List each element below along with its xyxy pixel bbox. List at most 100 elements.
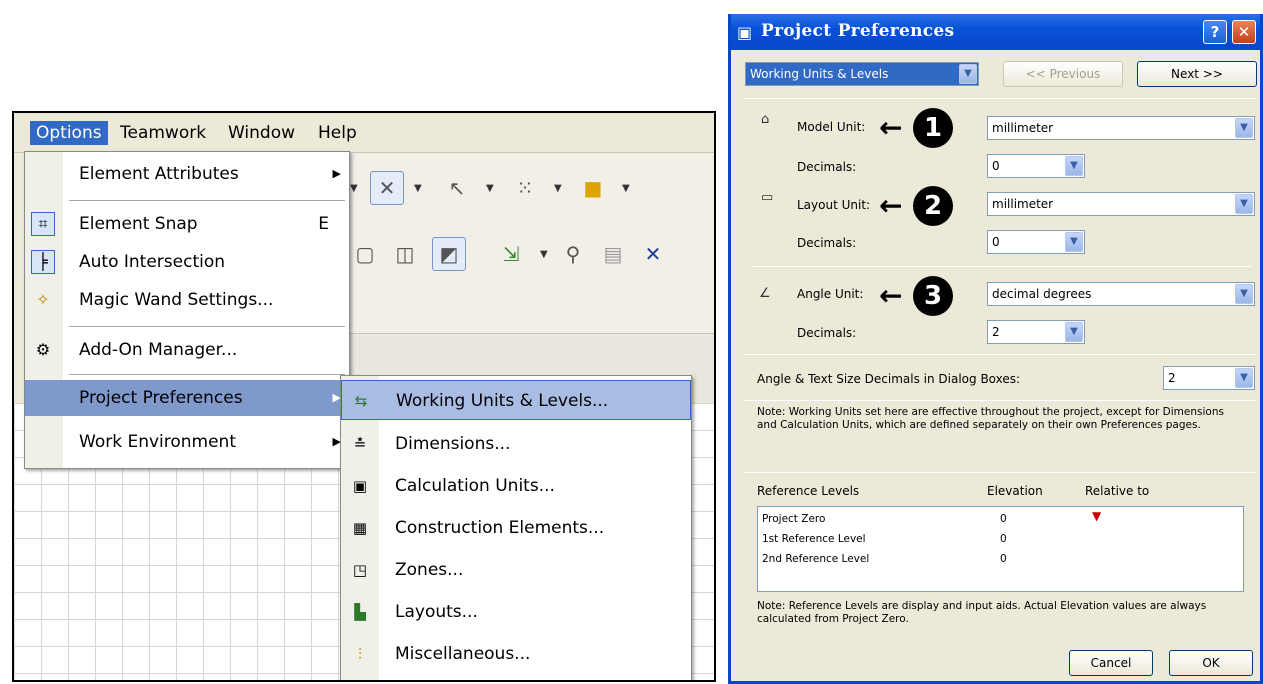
project-zero-marker-icon[interactable]: ▼ bbox=[1092, 509, 1101, 523]
chevron-down-icon: ▼ bbox=[1235, 118, 1253, 138]
cube-view-icon[interactable]: ▢ bbox=[348, 237, 382, 271]
chevron-down-icon[interactable]: ▼ bbox=[486, 183, 494, 194]
arrow-left-icon: ← bbox=[879, 279, 903, 312]
model-decimals-select[interactable]: 0 ▼ bbox=[987, 154, 1085, 178]
zones-icon: ◳ bbox=[352, 561, 368, 579]
document-tool-icon[interactable]: ▤ bbox=[596, 237, 630, 271]
menu-item-element-attributes[interactable]: Element Attributes ▶ bbox=[25, 156, 349, 192]
chevron-down-icon[interactable]: ▼ bbox=[554, 183, 562, 194]
angle-text-decimals-label: Angle & Text Size Decimals in Dialog Box… bbox=[757, 372, 1021, 386]
cube-view-icon[interactable]: ◫ bbox=[388, 237, 422, 271]
element-snap-icon: ⌗ bbox=[31, 212, 55, 236]
layout-unit-icon: ▭ bbox=[761, 190, 774, 205]
ref-row-name[interactable]: Project Zero bbox=[762, 513, 825, 525]
menu-bar: Options Teamwork Window Help bbox=[14, 113, 714, 153]
close-tool-icon[interactable]: ✕ bbox=[636, 237, 670, 271]
layer-tool-icon[interactable]: ■ bbox=[576, 171, 610, 205]
model-unit-icon: ⌂ bbox=[761, 112, 770, 127]
grid-tool-icon[interactable]: ⁙ bbox=[508, 171, 542, 205]
dialog-title: Project Preferences bbox=[761, 21, 955, 41]
reference-levels-header: Reference Levels bbox=[757, 484, 860, 498]
submenu-item-dimensions[interactable]: ≛ Dimensions... bbox=[341, 424, 691, 464]
magic-wand-icon: ✧ bbox=[36, 290, 50, 309]
close-button[interactable]: ✕ bbox=[1232, 20, 1256, 44]
submenu-item-construction-elements[interactable]: ▦ Construction Elements... bbox=[341, 508, 691, 548]
spin-tool-icon[interactable]: ⚲ bbox=[556, 237, 590, 271]
project-preferences-submenu: ⇆ Working Units & Levels... ≛ Dimensions… bbox=[340, 375, 692, 680]
layout-unit-select[interactable]: millimeter ▼ bbox=[987, 192, 1255, 216]
previous-button[interactable]: << Previous bbox=[1003, 61, 1123, 87]
construction-elements-icon: ▦ bbox=[352, 519, 368, 537]
ok-button[interactable]: OK bbox=[1169, 650, 1253, 676]
submenu-item-layouts[interactable]: ▙ Layouts... bbox=[341, 592, 691, 632]
angle-unit-select[interactable]: decimal degrees ▼ bbox=[987, 282, 1255, 306]
ref-row-elevation[interactable]: 0 bbox=[1000, 553, 1007, 565]
chevron-down-icon: ▼ bbox=[1235, 194, 1253, 214]
chevron-down-icon: ▼ bbox=[1065, 232, 1083, 252]
submenu-item-working-units[interactable]: ⇆ Working Units & Levels... bbox=[341, 380, 691, 420]
arrow-left-icon: ← bbox=[879, 111, 903, 144]
toolbar: ▼ ✕ ▼ ↖ ▼ ⁙ ▼ ■ ▼ ▢ ◫ ◩ ⇲ ▼ ⚲ ▤ ✕ bbox=[344, 153, 714, 333]
menu-item-project-preferences[interactable]: Project Preferences ▶ bbox=[25, 380, 349, 416]
snap-tool-icon[interactable]: ✕ bbox=[370, 171, 404, 205]
chevron-down-icon: ▼ bbox=[1235, 368, 1253, 388]
help-button[interactable]: ? bbox=[1203, 20, 1227, 44]
cube-view-active-icon[interactable]: ◩ bbox=[432, 237, 466, 271]
callout-3: ← 3 bbox=[879, 276, 967, 316]
angle-decimals-select[interactable]: 2 ▼ bbox=[987, 320, 1085, 344]
add-on-manager-icon: ⚙ bbox=[35, 340, 51, 359]
cancel-button[interactable]: Cancel bbox=[1069, 650, 1153, 676]
menu-options[interactable]: Options bbox=[30, 121, 108, 145]
reference-levels-list: Project Zero 0 ▼ 1st Reference Level 0 2… bbox=[757, 506, 1244, 592]
callout-1: ← 1 bbox=[879, 108, 967, 148]
menu-item-magic-wand-settings[interactable]: ✧ Magic Wand Settings... bbox=[25, 282, 349, 318]
arrow-left-icon: ← bbox=[879, 189, 903, 222]
chevron-down-icon[interactable]: ▼ bbox=[350, 183, 358, 194]
divider bbox=[745, 354, 1257, 355]
menu-separator bbox=[69, 326, 345, 327]
ref-row-name[interactable]: 2nd Reference Level bbox=[762, 553, 869, 565]
title-bar: ▣ Project Preferences ? ✕ bbox=[731, 14, 1260, 50]
submenu-item-miscellaneous[interactable]: ⫶ Miscellaneous... bbox=[341, 634, 691, 674]
chevron-down-icon[interactable]: ▼ bbox=[622, 183, 630, 194]
options-menu-screenshot: Options Teamwork Window Help ▼ ✕ ▼ ↖ ▼ ⁙… bbox=[12, 111, 716, 682]
divider bbox=[751, 266, 1251, 267]
working-units-note: Note: Working Units set here are effecti… bbox=[757, 406, 1224, 431]
next-button[interactable]: Next >> bbox=[1137, 61, 1257, 87]
chevron-down-icon[interactable]: ▼ bbox=[540, 249, 548, 260]
ref-row-elevation[interactable]: 0 bbox=[1000, 513, 1007, 525]
menu-item-work-environment[interactable]: Work Environment ▶ bbox=[25, 424, 349, 460]
menu-item-add-on-manager[interactable]: ⚙ Add-On Manager... bbox=[25, 332, 349, 368]
relative-to-header: Relative to bbox=[1085, 484, 1150, 498]
angle-decimals-label: Decimals: bbox=[797, 326, 857, 340]
ref-row-name[interactable]: 1st Reference Level bbox=[762, 533, 866, 545]
page-select[interactable]: Working Units & Levels ▼ bbox=[745, 62, 979, 86]
elevation-header: Elevation bbox=[987, 484, 1043, 498]
menu-window[interactable]: Window bbox=[222, 121, 301, 145]
angle-text-decimals-select[interactable]: 2 ▼ bbox=[1163, 366, 1255, 390]
chevron-down-icon: ▼ bbox=[1065, 322, 1083, 342]
angle-unit-icon: ∠ bbox=[759, 286, 771, 301]
ref-row-elevation[interactable]: 0 bbox=[1000, 533, 1007, 545]
transform-tool-icon[interactable]: ⇲ bbox=[494, 237, 528, 271]
model-unit-select[interactable]: millimeter ▼ bbox=[987, 116, 1255, 140]
menu-teamwork[interactable]: Teamwork bbox=[114, 121, 212, 145]
menu-separator bbox=[69, 200, 345, 201]
pointer-tool-icon[interactable]: ↖ bbox=[440, 171, 474, 205]
submenu-item-calculation-units[interactable]: ▣ Calculation Units... bbox=[341, 466, 691, 506]
submenu-item-zones[interactable]: ◳ Zones... bbox=[341, 550, 691, 590]
layout-decimals-select[interactable]: 0 ▼ bbox=[987, 230, 1085, 254]
menu-item-element-snap[interactable]: ⌗ Element Snap E bbox=[25, 206, 349, 242]
working-units-icon: ⇆ bbox=[354, 392, 368, 410]
chevron-down-icon[interactable]: ▼ bbox=[414, 183, 422, 194]
menu-separator bbox=[69, 374, 345, 375]
options-dropdown: Element Attributes ▶ ⌗ Element Snap E ╞ … bbox=[24, 151, 350, 469]
reference-levels-note: Note: Reference Levels are display and i… bbox=[757, 600, 1207, 625]
menu-help[interactable]: Help bbox=[312, 121, 363, 145]
callout-2: ← 2 bbox=[879, 186, 967, 226]
miscellaneous-icon: ⫶ bbox=[358, 645, 362, 663]
project-preferences-dialog: ▣ Project Preferences ? ✕ Working Units … bbox=[728, 14, 1263, 684]
divider bbox=[745, 400, 1257, 401]
menu-item-auto-intersection[interactable]: ╞ Auto Intersection bbox=[25, 244, 349, 280]
layout-unit-label: Layout Unit: bbox=[797, 198, 871, 212]
